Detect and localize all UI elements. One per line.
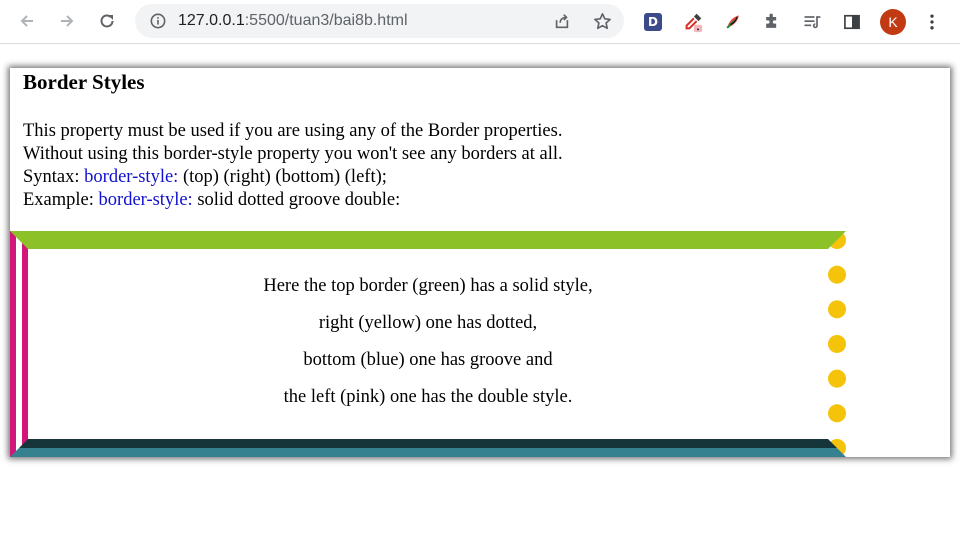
feather-icon — [726, 15, 739, 29]
avatar: K — [880, 9, 906, 35]
star-icon[interactable] — [591, 10, 613, 32]
address-bar[interactable]: 127.0.0.1:5500/tuan3/bai8b.html — [135, 4, 624, 38]
demo-line-1: Here the top border (green) has a solid … — [263, 276, 593, 296]
syntax-line: Syntax: border-style: (top) (right) (bot… — [23, 166, 563, 189]
forward-button[interactable] — [52, 6, 82, 36]
extensions-button[interactable] — [758, 8, 786, 36]
syntax-keyword: border-style: — [84, 167, 179, 187]
share-icon[interactable] — [551, 10, 573, 32]
back-button[interactable] — [12, 6, 42, 36]
reload-button[interactable] — [92, 6, 122, 36]
side-panel-button[interactable] — [838, 8, 866, 36]
demo-line-3: bottom (blue) one has groove and — [303, 350, 553, 370]
url-host: 127.0.0.1 — [178, 12, 245, 29]
demo-line-2: right (yellow) one has dotted, — [318, 313, 538, 333]
browser-toolbar: 127.0.0.1:5500/tuan3/bai8b.html D K — [0, 0, 960, 44]
url-path: :5500/tuan3/bai8b.html — [244, 12, 408, 29]
reading-list-icon — [804, 16, 821, 29]
puzzle-icon — [766, 13, 777, 28]
border-style-demo-box: Here the top border (green) has a solid … — [10, 231, 846, 457]
example-value: solid dotted groove double: — [192, 190, 401, 210]
intro-text: This property must be used if you are us… — [23, 120, 563, 212]
url-text[interactable]: 127.0.0.1:5500/tuan3/bai8b.html — [178, 12, 408, 30]
demo-text: Here the top border (green) has a solid … — [28, 275, 828, 423]
profile-button[interactable]: K — [879, 8, 907, 36]
extension-d-button[interactable]: D — [639, 8, 667, 36]
example-keyword: border-style: — [98, 190, 193, 210]
syntax-label: Syntax: — [23, 167, 85, 187]
page-content: Border Styles This property must be used… — [10, 68, 950, 457]
eyedropper-button[interactable] — [679, 8, 707, 36]
side-panel-icon — [844, 14, 860, 30]
arrow-left-icon — [20, 15, 33, 27]
arrow-right-icon — [61, 15, 74, 27]
intro-line-2: Without using this border-style property… — [23, 144, 563, 164]
eyedropper-icon — [685, 13, 703, 33]
extension-d-icon: D — [644, 13, 662, 31]
example-line: Example: border-style: solid dotted groo… — [23, 189, 563, 212]
example-label: Example: — [23, 190, 99, 210]
demo-line-4: the left (pink) one has the double style… — [283, 387, 573, 407]
info-icon[interactable] — [149, 12, 167, 30]
kebab-menu-icon — [930, 14, 934, 30]
intro-line-1: This property must be used if you are us… — [23, 121, 563, 141]
syntax-value: (top) (right) (bottom) (left); — [178, 167, 387, 187]
feather-extension-button[interactable] — [719, 8, 747, 36]
reading-list-button[interactable] — [798, 8, 826, 36]
page-title: Border Styles — [23, 70, 145, 94]
browser-menu-button[interactable] — [918, 8, 946, 36]
reload-icon — [100, 14, 114, 28]
